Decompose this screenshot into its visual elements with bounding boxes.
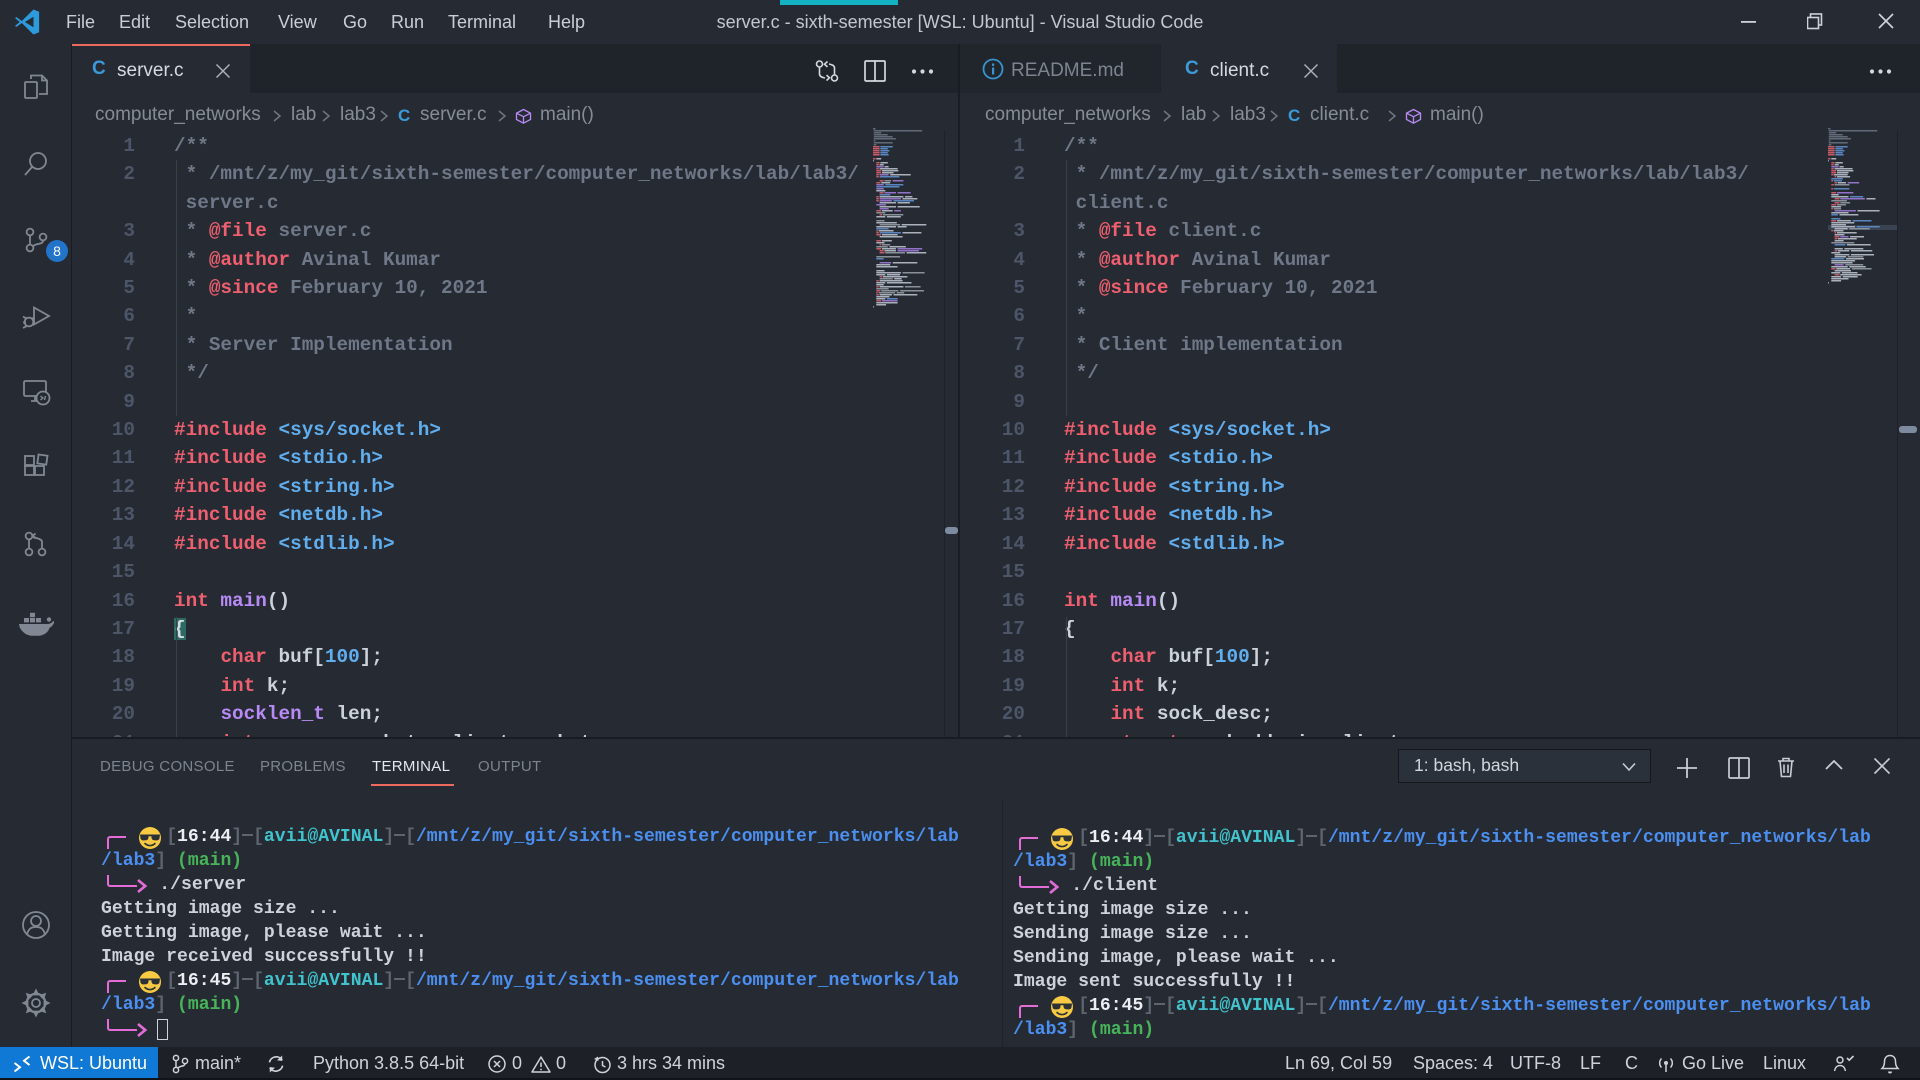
svg-text:8: 8 [53, 243, 61, 259]
